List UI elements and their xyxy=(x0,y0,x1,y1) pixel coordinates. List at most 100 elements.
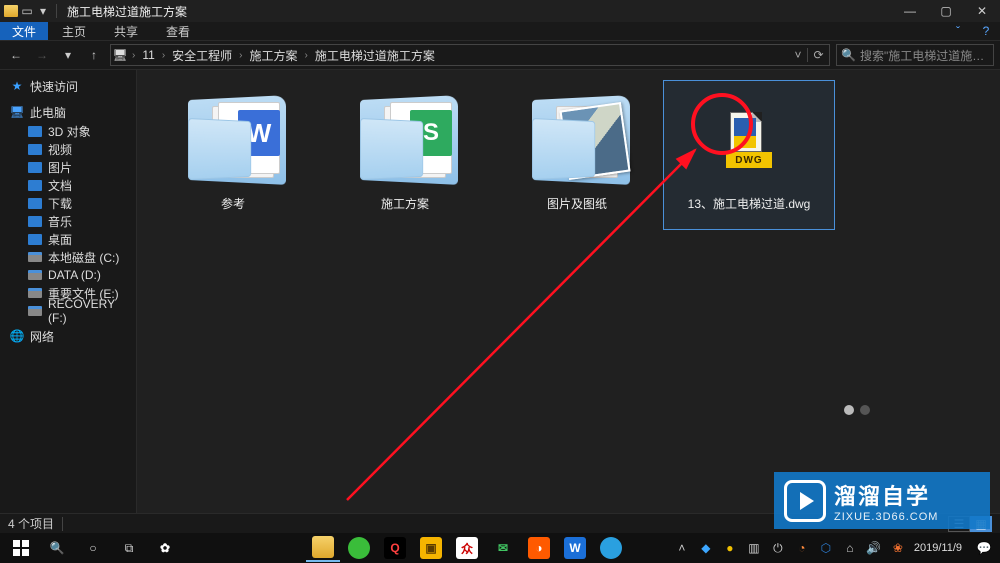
sidebar-item-label: 视频 xyxy=(48,141,72,158)
chevron-right-icon[interactable]: › xyxy=(236,50,245,61)
sidebar-item-label: 下载 xyxy=(48,195,72,212)
address-breadcrumb[interactable]: 🖥 › 11 › 安全工程师 › 施工方案 › 施工电梯过道施工方案 ˅ ⟳ xyxy=(110,44,830,66)
folder-tile[interactable]: W 参考 xyxy=(147,80,319,230)
breadcrumb-seg-2[interactable]: 施工方案 xyxy=(246,47,302,64)
navigation-sidebar: ★ 快速访问 🖥 此电脑 3D 对象 视频 图片 文档 下载 音乐 桌面 本地磁… xyxy=(0,70,137,513)
start-button[interactable] xyxy=(4,534,38,562)
tray-icon[interactable]: ⬡ xyxy=(818,540,834,556)
drive-icon xyxy=(28,252,42,262)
taskbar-search-button[interactable]: 🔍 xyxy=(40,534,74,562)
tray-network-icon[interactable]: ⌂ xyxy=(842,540,858,556)
sidebar-network[interactable]: 🌐 网络 xyxy=(0,326,136,346)
tile-label: 13、施工电梯过道.dwg xyxy=(684,195,815,212)
tab-share[interactable]: 共享 xyxy=(100,22,152,41)
watermark-banner: 溜溜自学 ZIXUE.3D66.COM xyxy=(774,472,990,529)
folder-tile[interactable]: S 施工方案 xyxy=(319,80,491,230)
taskbar-app[interactable]: ▣ xyxy=(414,534,448,562)
taskbar-app[interactable]: ◑ xyxy=(522,534,556,562)
tray-ime-icon[interactable]: ❀ xyxy=(890,540,906,556)
system-tray[interactable]: ˄ ◆ ● ▥ ⏻ ◔ ⬡ ⌂ 🔊 ❀ 2019/11/9 💬 xyxy=(674,540,996,556)
play-icon xyxy=(784,480,826,522)
tray-icon[interactable]: ◆ xyxy=(698,540,714,556)
qat-properties-icon[interactable]: ▭ xyxy=(20,4,34,18)
chevron-right-icon[interactable]: › xyxy=(129,50,138,61)
clock-date: 2019/11/9 xyxy=(914,542,962,554)
cortana-button[interactable]: ○ xyxy=(76,534,110,562)
nav-back-button[interactable]: ← xyxy=(6,45,26,65)
sidebar-quick-access[interactable]: ★ 快速访问 xyxy=(0,76,136,96)
tab-home[interactable]: 主页 xyxy=(48,22,100,41)
breadcrumb-seg-0[interactable]: 11 xyxy=(138,48,158,62)
window-titlebar: ▭ ▾ 施工电梯过道施工方案 — ▢ ✕ xyxy=(0,0,1000,22)
pagination-dots xyxy=(844,405,870,415)
dwg-badge: DWG xyxy=(726,152,772,168)
sidebar-item-label: 本地磁盘 (C:) xyxy=(48,249,119,266)
folder-icon xyxy=(28,144,42,155)
sidebar-item-videos[interactable]: 视频 xyxy=(0,140,136,158)
sidebar-item-label: 桌面 xyxy=(48,231,72,248)
taskbar-wechat[interactable]: ✉ xyxy=(486,534,520,562)
qat-divider xyxy=(56,4,57,18)
breadcrumb-seg-3[interactable]: 施工电梯过道施工方案 xyxy=(311,47,439,64)
tab-view[interactable]: 查看 xyxy=(152,22,204,41)
tile-label: 图片及图纸 xyxy=(543,195,611,212)
minimize-button[interactable]: — xyxy=(892,0,928,22)
taskbar-app[interactable]: ✿ xyxy=(148,534,182,562)
help-icon[interactable]: ? xyxy=(972,24,1000,38)
sidebar-item-desktop[interactable]: 桌面 xyxy=(0,230,136,248)
taskbar-app[interactable] xyxy=(342,534,376,562)
search-icon: 🔍 xyxy=(841,48,856,62)
tray-icon[interactable]: ▥ xyxy=(746,540,762,556)
tray-volume-icon[interactable]: 🔊 xyxy=(866,540,882,556)
watermark-title: 溜溜自学 xyxy=(834,479,938,511)
taskview-button[interactable]: ⧉ xyxy=(112,534,146,562)
address-history-dropdown[interactable]: ˅ xyxy=(789,48,807,62)
nav-recent-dropdown[interactable]: ▾ xyxy=(58,45,78,65)
refresh-button[interactable]: ⟳ xyxy=(807,48,829,62)
file-view[interactable]: W 参考 S 施工方案 图片及图纸 DWG xyxy=(137,70,1000,513)
sidebar-drive-d[interactable]: DATA (D:) xyxy=(0,266,136,284)
tray-icon[interactable]: ◔ xyxy=(794,540,810,556)
search-input[interactable]: 🔍 搜索"施工电梯过道施工方案" xyxy=(836,44,994,66)
sidebar-item-downloads[interactable]: 下载 xyxy=(0,194,136,212)
chevron-right-icon[interactable]: › xyxy=(302,50,311,61)
taskbar-explorer[interactable] xyxy=(306,534,340,562)
nav-up-button[interactable]: ↑ xyxy=(84,45,104,65)
taskbar-app[interactable]: W xyxy=(558,534,592,562)
folder-icon xyxy=(28,216,42,227)
taskbar-app[interactable] xyxy=(594,534,628,562)
watermark-url: ZIXUE.3D66.COM xyxy=(834,511,938,523)
nav-forward-button[interactable]: → xyxy=(32,45,52,65)
sidebar-item-documents[interactable]: 文档 xyxy=(0,176,136,194)
tab-file[interactable]: 文件 xyxy=(0,22,48,40)
ribbon-tabs: 文件 主页 共享 查看 ˇ ? xyxy=(0,22,1000,40)
sidebar-item-label: 音乐 xyxy=(48,213,72,230)
ribbon-expand-icon[interactable]: ˇ xyxy=(944,24,972,38)
tray-icon[interactable]: ⏻ xyxy=(770,540,786,556)
taskbar-app[interactable]: 众 xyxy=(450,534,484,562)
sidebar-item-label: 文档 xyxy=(48,177,72,194)
folder-tile[interactable]: 图片及图纸 xyxy=(491,80,663,230)
action-center-icon[interactable]: 💬 xyxy=(976,540,992,556)
sidebar-item-music[interactable]: 音乐 xyxy=(0,212,136,230)
sidebar-item-3dobjects[interactable]: 3D 对象 xyxy=(0,122,136,140)
taskbar-clock[interactable]: 2019/11/9 xyxy=(914,542,968,554)
folder-icon: S xyxy=(350,85,460,195)
sidebar-item-label: RECOVERY (F:) xyxy=(48,297,136,325)
globe-icon: 🌐 xyxy=(10,329,24,343)
chevron-right-icon[interactable]: › xyxy=(159,50,168,61)
sidebar-this-pc[interactable]: 🖥 此电脑 xyxy=(0,102,136,122)
sidebar-drive-f[interactable]: RECOVERY (F:) xyxy=(0,302,136,320)
drive-icon xyxy=(28,270,42,280)
tray-icon[interactable]: ● xyxy=(722,540,738,556)
close-button[interactable]: ✕ xyxy=(964,0,1000,22)
breadcrumb-seg-1[interactable]: 安全工程师 xyxy=(168,47,236,64)
taskbar-app[interactable]: Q xyxy=(378,534,412,562)
qat-dropdown-icon[interactable]: ▾ xyxy=(36,4,50,18)
maximize-button[interactable]: ▢ xyxy=(928,0,964,22)
tray-overflow-icon[interactable]: ˄ xyxy=(674,540,690,556)
folder-icon xyxy=(28,162,42,173)
file-tile-dwg[interactable]: DWG 13、施工电梯过道.dwg xyxy=(663,80,835,230)
sidebar-item-pictures[interactable]: 图片 xyxy=(0,158,136,176)
sidebar-drive-c[interactable]: 本地磁盘 (C:) xyxy=(0,248,136,266)
